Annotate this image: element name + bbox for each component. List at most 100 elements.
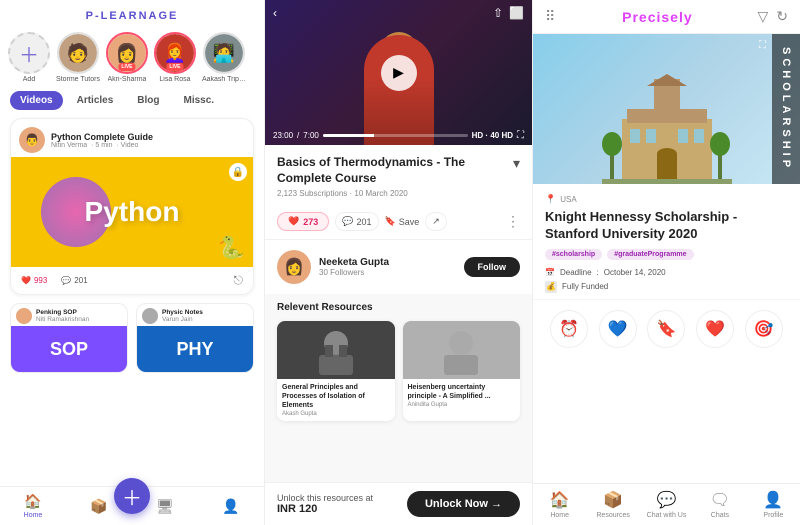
action-btn-heart-blue[interactable]: 💙 xyxy=(599,310,637,348)
tab-blog[interactable]: Blog xyxy=(127,91,169,110)
video-time-current: 23:00 xyxy=(273,131,293,140)
share-button[interactable]: ↗ xyxy=(425,212,447,231)
video-quality-label: HD · 40 HD xyxy=(472,131,513,140)
nav-profile[interactable]: 👤 xyxy=(198,498,264,515)
story-avatar-4[interactable]: 🧑‍💻 xyxy=(203,32,245,74)
resource-info-2: Heisenberg uncertainty principle - A Sim… xyxy=(403,379,521,412)
scholarship-image: SCHOLARSHIP ⛶ xyxy=(533,34,800,184)
left-bottom-nav: 🏠 Home 📦 ＋ 🖥 👤 xyxy=(0,486,264,525)
resource-name-1: General Principles and Processes of Isol… xyxy=(282,383,390,410)
save-button[interactable]: 🔖 Save xyxy=(385,216,420,227)
mini-cards-row: Penking SOP Niti Ramakrishnan SOP Physic… xyxy=(0,303,264,381)
share-icon[interactable]: ⎋ xyxy=(234,273,244,288)
tab-articles[interactable]: Articles xyxy=(67,91,124,110)
python-thumbnail[interactable]: Python 🔒 🐍 xyxy=(11,157,253,267)
story-item-1[interactable]: 🧑 Storme Tutors xyxy=(56,32,100,83)
right-resources-label: Resources xyxy=(596,512,629,519)
scholarship-tags: #scholarship #graduateProgramme xyxy=(545,249,788,260)
mini-card-physics[interactable]: Physic Notes Varun Jain PHY xyxy=(136,303,254,373)
tab-videos[interactable]: Videos xyxy=(10,91,63,110)
tag-scholarship[interactable]: #scholarship xyxy=(545,249,602,260)
action-btn-heart-red[interactable]: ❤️ xyxy=(696,310,734,348)
resource-thumb-2 xyxy=(403,321,521,379)
play-button[interactable]: ▶ xyxy=(381,55,417,91)
course-sub: Nitin Verma · 5 min · Video xyxy=(51,142,245,149)
video-progress-bar[interactable] xyxy=(323,134,468,137)
story-avatar-2[interactable]: 👩 LIVE xyxy=(106,32,148,74)
resource-thumb-1 xyxy=(277,321,395,379)
target-icon: 🎯 xyxy=(754,319,774,339)
course-info: Basics of Thermodynamics - The Complete … xyxy=(265,145,532,204)
mini-card-sop-header: Penking SOP Niti Ramakrishnan xyxy=(11,304,127,326)
course-actions: ❤️ 273 💬 201 🔖 Save ↗ ⋮ xyxy=(265,204,532,240)
follow-button[interactable]: Follow xyxy=(464,257,521,277)
chevron-down-icon[interactable]: ▾ xyxy=(513,155,520,172)
right-nav-chats[interactable]: 🗨 Chats xyxy=(693,490,746,519)
resource-card-1[interactable]: General Principles and Processes of Isol… xyxy=(277,321,395,421)
course-author-avatar: 👨 xyxy=(19,127,45,153)
story-avatar-1[interactable]: 🧑 xyxy=(57,32,99,74)
refresh-icon[interactable]: ↻ xyxy=(776,8,788,25)
box-icon: 📦 xyxy=(90,498,107,515)
story-item-4[interactable]: 🧑‍💻 Aakash Tripati xyxy=(202,32,246,83)
course-meta: Python Complete Guide Nitin Verma · 5 mi… xyxy=(51,132,245,149)
course-card-footer: ❤️ 993 💬 201 ⎋ xyxy=(11,267,253,294)
more-options-button[interactable]: ⋮ xyxy=(506,213,520,230)
precisely-title: Precisely xyxy=(622,9,693,25)
video-player: ▶ ‹ ⇧ ⬜ 23:00 / 7:00 HD · 40 HD ⛶ xyxy=(265,0,532,145)
right-nav-resources[interactable]: 📦 Resources xyxy=(586,490,639,519)
right-nav-profile[interactable]: 👤 Profile xyxy=(747,490,800,519)
calendar-icon: 📅 xyxy=(545,268,555,277)
video-share-btn[interactable]: ⇧ xyxy=(493,6,503,20)
right-chats-icon: 🗨 xyxy=(710,490,730,510)
filter-icon[interactable]: ▽ xyxy=(757,8,768,25)
mini-card-physics-header: Physic Notes Varun Jain xyxy=(137,304,253,326)
story-avatar-3[interactable]: 👩‍🦰 LIVE xyxy=(154,32,196,74)
scholarship-funded: 💰 Fully Funded xyxy=(545,281,788,293)
right-nav-home[interactable]: 🏠 Home xyxy=(533,490,586,519)
tag-programme[interactable]: #graduateProgramme xyxy=(607,249,693,260)
fab-button[interactable]: ＋ xyxy=(114,478,150,514)
action-btn-target[interactable]: 🎯 xyxy=(745,310,783,348)
video-progress-fill xyxy=(323,134,374,137)
story-item-3[interactable]: 👩‍🦰 LIVE Lisa Rosa xyxy=(154,32,196,83)
comment-button[interactable]: 💬 201 xyxy=(335,212,378,231)
action-btn-bookmark[interactable]: 🔖 xyxy=(647,310,685,348)
mini-card-sop[interactable]: Penking SOP Niti Ramakrishnan SOP xyxy=(10,303,128,373)
video-time-sep: / xyxy=(297,131,299,140)
story-item-2[interactable]: 👩 LIVE Akri-Sharma xyxy=(106,32,148,83)
fullscreen-icon[interactable]: ⛶ xyxy=(517,130,524,141)
like-button[interactable]: ❤️ 273 xyxy=(277,212,329,231)
add-story-item[interactable]: ＋ Add xyxy=(8,32,50,83)
video-cast-btn[interactable]: ⬜ xyxy=(509,6,524,20)
instructor-avatar: 👩 xyxy=(277,250,311,284)
precisely-header: ⠿ Precisely ▽ ↻ xyxy=(533,0,800,34)
tab-row: Videos Articles Blog Missc. xyxy=(0,91,264,118)
unlock-now-button[interactable]: Unlock Now → xyxy=(407,491,520,517)
mini-card-physics-avatar xyxy=(142,308,158,324)
resource-card-2[interactable]: Heisenberg uncertainty principle - A Sim… xyxy=(403,321,521,421)
app-title: P-LEARNAGE xyxy=(0,0,264,28)
course-title-row: Basics of Thermodynamics - The Complete … xyxy=(277,155,520,186)
right-home-label: Home xyxy=(550,512,569,519)
profile-icon: 👤 xyxy=(222,498,239,515)
lock-icon: 🔒 xyxy=(229,163,247,181)
right-nav-chat-us[interactable]: 💬 Chat with Us xyxy=(640,490,693,519)
stories-row: ＋ Add 🧑 Storme Tutors 👩 LIVE Akri-Sharma… xyxy=(0,28,264,91)
video-back-btn[interactable]: ‹ xyxy=(273,6,277,20)
tab-misc[interactable]: Missc. xyxy=(174,91,225,110)
action-btn-alarm[interactable]: ⏰ xyxy=(550,310,588,348)
video-time-total: 7:00 xyxy=(303,131,319,140)
video-bottom-controls: 23:00 / 7:00 HD · 40 HD ⛶ xyxy=(265,130,532,141)
resource-info-1: General Principles and Processes of Isol… xyxy=(277,379,395,421)
right-profile-icon: 👤 xyxy=(763,490,783,510)
add-story-btn[interactable]: ＋ xyxy=(8,32,50,74)
nav-home[interactable]: 🏠 Home xyxy=(0,493,66,519)
home-icon: 🏠 xyxy=(24,493,41,510)
resource-author-1: Akash Gupta xyxy=(282,411,390,417)
scholarship-actions: ⏰ 💙 🔖 ❤️ 🎯 xyxy=(533,299,800,354)
expand-icon[interactable]: ⛶ xyxy=(759,40,766,51)
instructor-info: Neeketa Gupta 30 Followers xyxy=(319,257,456,277)
alarm-icon: ⏰ xyxy=(559,319,579,339)
instructor-name: Neeketa Gupta xyxy=(319,257,456,268)
